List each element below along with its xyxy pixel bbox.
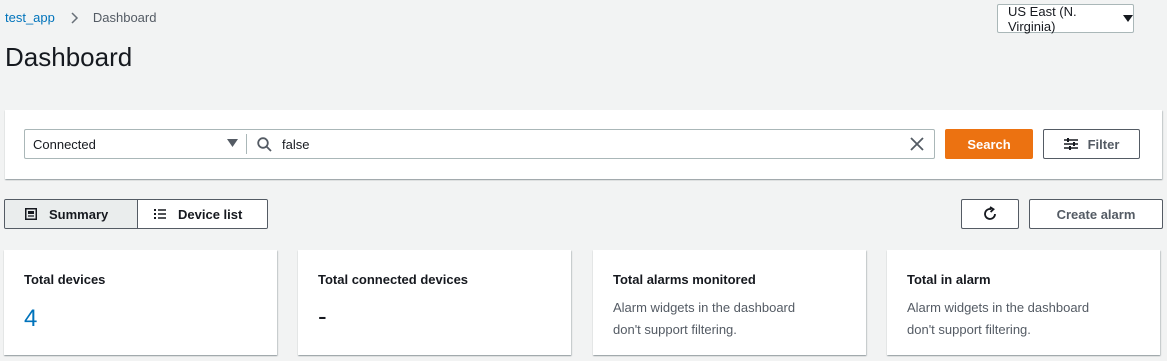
summary-tab-label: Summary	[49, 206, 109, 222]
search-icon	[257, 136, 272, 152]
card-title: Total devices	[24, 272, 106, 287]
summary-icon	[25, 208, 37, 220]
filter-divider	[246, 134, 247, 154]
card-note-line: Alarm widgets in the dashboard	[907, 300, 1090, 315]
card-title: Total in alarm	[907, 272, 991, 287]
card-title: Total connected devices	[318, 272, 469, 287]
property-select-value: Connected	[33, 136, 96, 152]
refresh-button[interactable]	[961, 199, 1019, 229]
total-devices-card: Total devices 4	[4, 250, 277, 355]
region-label: US East (N. Virginia)	[1008, 3, 1077, 34]
list-icon	[154, 209, 166, 219]
breadcrumb-current: Dashboard	[92, 10, 157, 25]
refresh-icon	[982, 206, 998, 222]
filter-button[interactable]: Filter	[1043, 129, 1140, 159]
region-select[interactable]: US East (N. Virginia)	[997, 3, 1134, 34]
card-note-line: Alarm widgets in the dashboard	[613, 300, 796, 315]
search-button-label: Search	[967, 136, 1011, 152]
search-input[interactable]: false	[282, 137, 910, 152]
device-list-tab-label: Device list	[178, 206, 243, 222]
card-note: Alarm widgets in the dashboard don't sup…	[907, 297, 1140, 341]
total-connected-devices-card: Total connected devices -	[298, 250, 571, 355]
total-in-alarm-card: Total in alarm Alarm widgets in the dash…	[887, 250, 1160, 355]
card-value[interactable]: 4	[24, 305, 257, 333]
caret-down-icon	[1123, 14, 1133, 23]
sliders-icon	[1063, 138, 1078, 150]
close-icon[interactable]	[910, 137, 924, 151]
card-title: Total alarms monitored	[613, 272, 756, 287]
card-note: Alarm widgets in the dashboard don't sup…	[613, 297, 846, 341]
property-select[interactable]: Connected	[25, 130, 246, 158]
breadcrumb-app-link[interactable]: test_app	[5, 10, 55, 25]
caret-down-icon	[227, 139, 238, 148]
view-switcher: Summary Device list	[4, 199, 268, 229]
total-alarms-monitored-card: Total alarms monitored Alarm widgets in …	[593, 250, 866, 355]
card-note-line: don't support filtering.	[907, 322, 1031, 337]
filter-panel: Connected false Search Filter	[5, 110, 1162, 179]
card-note-line: don't support filtering.	[613, 322, 737, 337]
search-button[interactable]: Search	[945, 129, 1033, 159]
create-alarm-button[interactable]: Create alarm	[1029, 199, 1163, 229]
chevron-right-icon	[71, 11, 79, 24]
page-title: Dashboard	[5, 42, 133, 72]
breadcrumb: test_app Dashboard	[5, 10, 156, 25]
device-list-tab[interactable]: Device list	[137, 200, 267, 228]
property-filter: Connected false	[24, 129, 935, 159]
card-value: -	[318, 301, 327, 331]
filter-button-label: Filter	[1087, 136, 1120, 152]
summary-tab[interactable]: Summary	[5, 200, 137, 228]
create-alarm-label: Create alarm	[1056, 206, 1136, 222]
